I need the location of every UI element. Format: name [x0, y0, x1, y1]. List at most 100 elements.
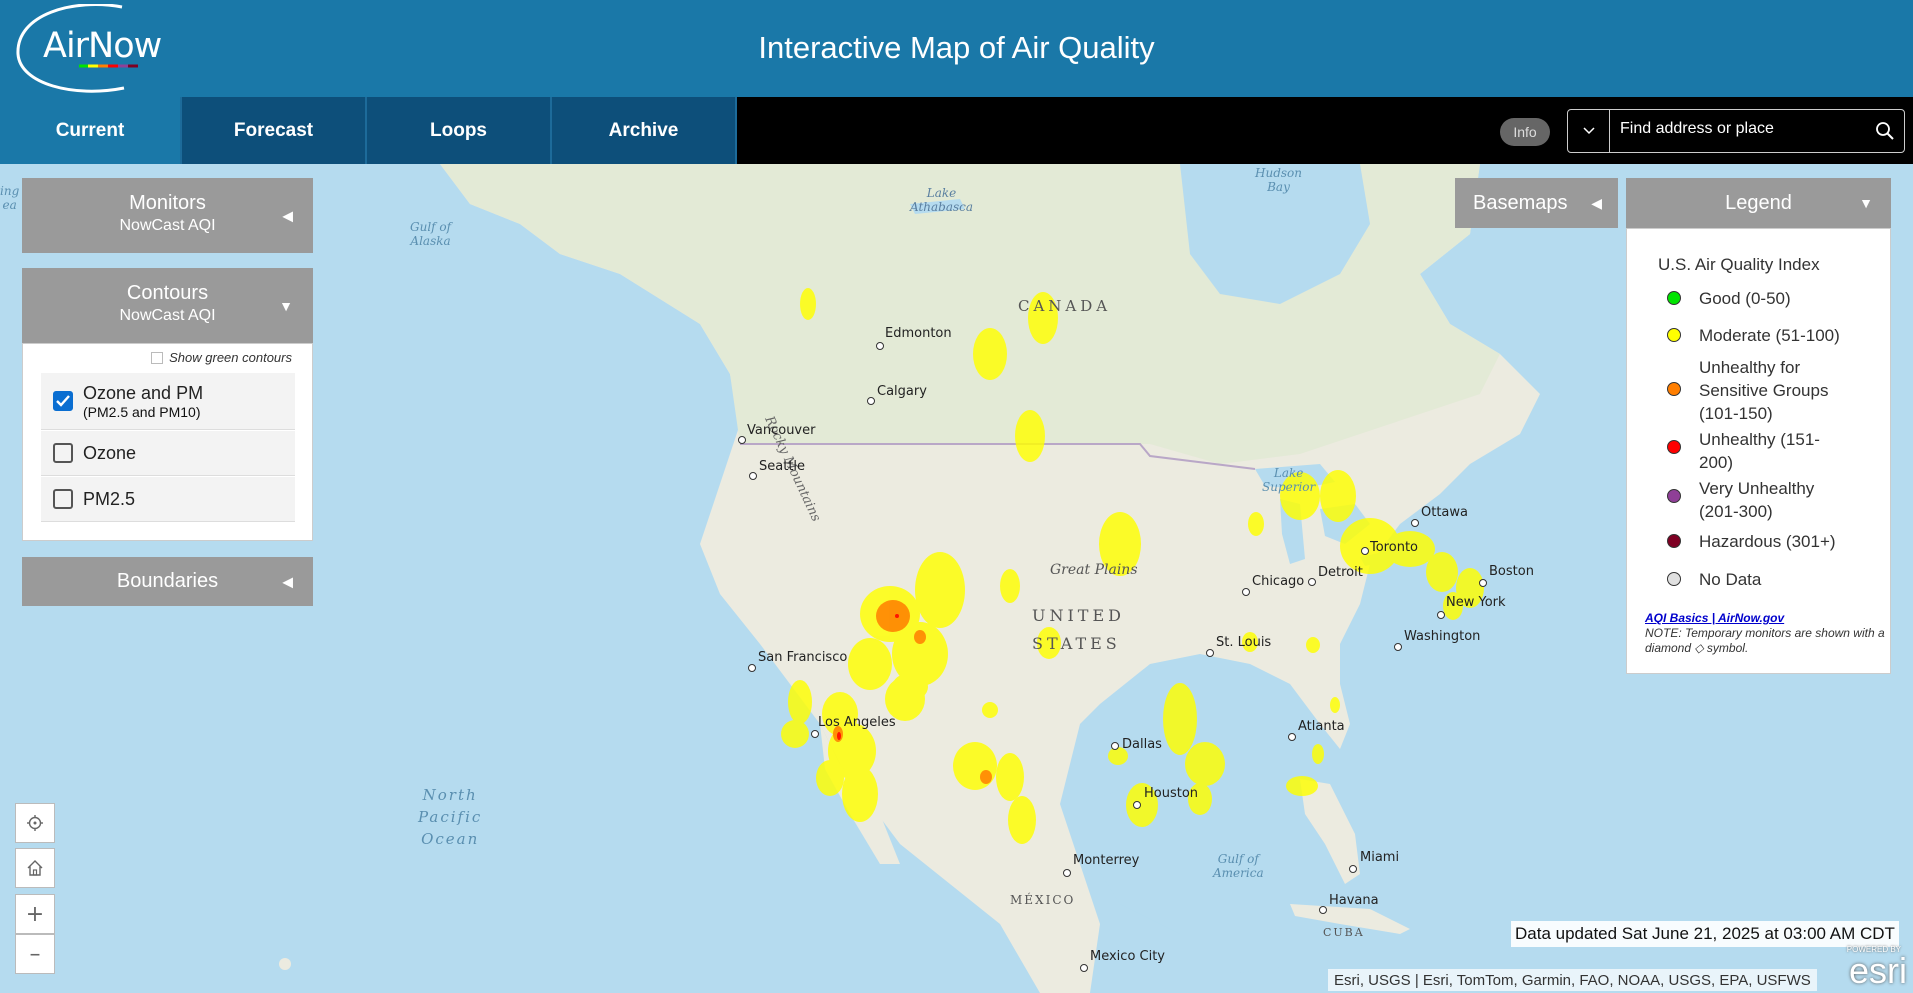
city-label: Boston: [1489, 564, 1534, 579]
city-label: Ottawa: [1421, 505, 1468, 520]
info-button[interactable]: Info: [1500, 118, 1550, 146]
search-input[interactable]: [1620, 120, 1860, 138]
contours-subtitle: NowCast AQI: [119, 307, 216, 324]
legend-note: NOTE: Temporary monitors are shown with …: [1645, 626, 1885, 655]
option-ozone[interactable]: Ozone: [41, 431, 295, 476]
water-label: Lake Superior: [1262, 466, 1316, 494]
legend-item-unhealthy: Unhealthy (151-200): [1667, 428, 1849, 474]
city-label: Dallas: [1122, 737, 1162, 752]
legend-header[interactable]: Legend ▼: [1626, 178, 1891, 228]
city-dot: [749, 472, 757, 480]
city-dot: [738, 436, 746, 444]
minus-icon: –: [29, 941, 41, 967]
home-icon: [27, 860, 43, 876]
search-box: [1567, 109, 1905, 153]
boundaries-panel-header[interactable]: Boundaries ◀: [22, 557, 313, 606]
locate-icon: [27, 815, 43, 831]
city-dot: [1242, 588, 1250, 596]
checkmark-icon: [56, 395, 70, 407]
basemaps-button[interactable]: Basemaps ◀: [1455, 178, 1618, 228]
legend-label: No Data: [1699, 570, 1762, 589]
ozone-pm-checkbox[interactable]: [53, 391, 73, 411]
city-dot: [1206, 649, 1214, 657]
green-contours-option[interactable]: Show green contours: [151, 350, 292, 365]
region-label: Great Plains: [1050, 562, 1138, 578]
city-dot: [1288, 733, 1296, 741]
city-dot: [1394, 643, 1402, 651]
city-dot: [1361, 547, 1369, 555]
country-label: CANADA: [1018, 297, 1112, 315]
legend-swatch: [1667, 328, 1681, 342]
data-updated-text: Data updated Sat June 21, 2025 at 03:00 …: [1511, 921, 1899, 947]
city-dot: [1479, 579, 1487, 587]
city-label: Havana: [1329, 893, 1379, 908]
city-dot: [1080, 964, 1088, 972]
city-dot: [1437, 611, 1445, 619]
legend-header-label: Legend: [1725, 191, 1792, 214]
water-label: Gulf of America: [1213, 852, 1264, 880]
water-label: North Pacific Ocean: [418, 786, 483, 848]
aqi-basics-link[interactable]: AQI Basics | AirNow.gov: [1645, 611, 1784, 625]
esri-logo[interactable]: POWERED BY esri: [1833, 945, 1909, 991]
legend-label: Very Unhealthy (201-300): [1699, 479, 1815, 521]
legend-panel: U.S. Air Quality Index Good (0-50) Moder…: [1626, 228, 1891, 674]
city-dot: [1308, 578, 1316, 586]
tab-current[interactable]: Current: [0, 97, 182, 164]
green-contours-checkbox[interactable]: [151, 351, 164, 364]
water-label: Hudson Bay: [1255, 166, 1302, 194]
city-dot: [1411, 519, 1419, 527]
legend-item-no-data: No Data: [1667, 568, 1869, 591]
monitors-title: Monitors: [129, 192, 206, 214]
green-contours-label: Show green contours: [169, 350, 292, 365]
city-dot: [1133, 801, 1141, 809]
search-icon[interactable]: [1874, 120, 1896, 142]
legend-title: U.S. Air Quality Index: [1658, 255, 1820, 274]
legend-item-hazardous: Hazardous (301+): [1667, 530, 1869, 553]
legend-item-good: Good (0-50): [1667, 287, 1869, 310]
city-label: Mexico City: [1090, 949, 1166, 964]
city-label: Seattle: [759, 459, 806, 474]
search-source-dropdown[interactable]: [1568, 110, 1610, 152]
option-ozone-and-pm[interactable]: Ozone and PM (PM2.5 and PM10): [41, 373, 295, 430]
legend-item-very-unhealthy: Very Unhealthy (201-300): [1667, 477, 1849, 523]
tab-loops[interactable]: Loops: [367, 97, 552, 164]
tab-forecast[interactable]: Forecast: [182, 97, 367, 164]
legend-swatch: [1667, 291, 1681, 305]
legend-swatch: [1667, 534, 1681, 548]
monitors-panel-header[interactable]: Monitors NowCast AQI ◀: [22, 178, 313, 253]
ozone-checkbox[interactable]: [53, 443, 73, 463]
legend-swatch: [1667, 572, 1681, 586]
legend-swatch: [1667, 382, 1681, 396]
country-label: UNITED: [1032, 606, 1125, 625]
zoom-out-button[interactable]: –: [15, 934, 55, 974]
collapse-left-icon: ◀: [282, 207, 293, 223]
city-dot: [1319, 906, 1327, 914]
pm25-checkbox[interactable]: [53, 489, 73, 509]
tab-archive[interactable]: Archive: [552, 97, 737, 164]
legend-label: Hazardous (301+): [1699, 532, 1836, 551]
city-label: New York: [1446, 595, 1506, 610]
legend-label: Unhealthy for Sensitive Groups (101-150): [1699, 358, 1829, 423]
water-label: Lake Athabasca: [910, 186, 974, 214]
legend-label: Unhealthy (151-200): [1699, 430, 1820, 472]
city-dot: [867, 397, 875, 405]
collapse-left-icon: ◀: [1591, 194, 1602, 211]
city-dot: [1063, 869, 1071, 877]
locate-button[interactable]: [15, 803, 55, 843]
home-button[interactable]: [15, 848, 55, 888]
city-label: Toronto: [1370, 540, 1418, 555]
legend-item-usg: Unhealthy for Sensitive Groups (101-150): [1667, 356, 1849, 425]
city-dot: [1111, 742, 1119, 750]
pm25-label: PM2.5: [83, 488, 136, 509]
ozone-pm-sublabel: (PM2.5 and PM10): [83, 403, 201, 420]
zoom-in-button[interactable]: +: [15, 894, 55, 934]
option-pm25[interactable]: PM2.5: [41, 477, 295, 522]
legend-label: Moderate (51-100): [1699, 326, 1840, 345]
city-dot: [876, 342, 884, 350]
chevron-down-icon: [1582, 127, 1595, 135]
city-label: St. Louis: [1216, 635, 1272, 650]
city-label: Chicago: [1252, 574, 1305, 589]
contours-panel-header[interactable]: Contours NowCast AQI ▼: [22, 268, 313, 343]
legend-label: Good (0-50): [1699, 289, 1791, 308]
map-attribution[interactable]: Esri, USGS | Esri, TomTom, Garmin, FAO, …: [1328, 969, 1817, 991]
